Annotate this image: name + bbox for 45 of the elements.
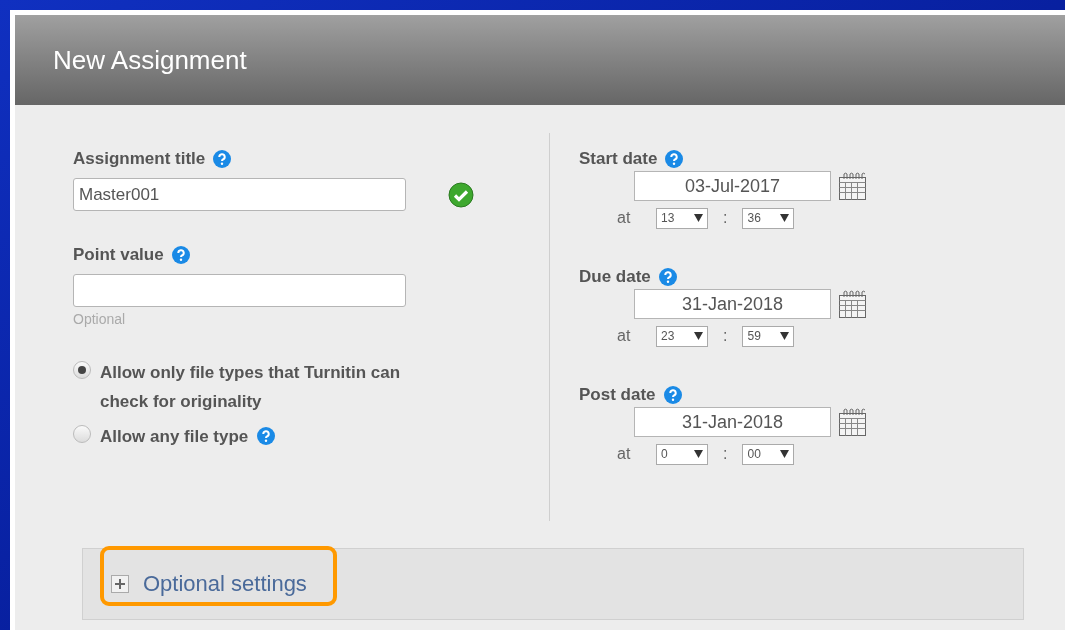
time-dropdown[interactable]: 59	[742, 325, 795, 347]
field-label: Due date	[579, 266, 651, 289]
at-label: at	[617, 444, 632, 464]
date-field[interactable]: 03-Jul-2017	[634, 171, 831, 201]
calendar-icon[interactable]	[838, 171, 867, 201]
dropdown-arrow-icon	[694, 450, 703, 458]
hint-text: Optional	[73, 310, 126, 329]
plus-icon	[111, 574, 129, 593]
time-separator: :	[723, 208, 728, 228]
time-separator: :	[723, 326, 728, 346]
help-icon[interactable]	[171, 246, 190, 264]
time-dropdown[interactable]: 0	[656, 443, 708, 465]
help-icon[interactable]	[663, 386, 682, 404]
field-label: Point value	[73, 244, 164, 267]
radio-button[interactable]	[73, 425, 91, 443]
page-title: New Assignment	[53, 43, 247, 77]
at-label: at	[617, 208, 632, 228]
time-dropdown[interactable]: 23	[656, 325, 708, 347]
text-input[interactable]	[73, 274, 406, 307]
dropdown-arrow-icon	[780, 214, 790, 222]
calendar-icon[interactable]	[838, 407, 867, 437]
dropdown-arrow-icon	[780, 450, 790, 458]
time-dropdown[interactable]: 13	[656, 207, 708, 229]
radio-button[interactable]	[73, 361, 91, 379]
help-icon[interactable]	[665, 150, 684, 168]
dropdown-arrow-icon	[694, 214, 703, 222]
date-field[interactable]: 31-Jan-2018	[634, 289, 831, 319]
optional-settings-toggle[interactable]: Optional settings	[111, 567, 307, 600]
calendar-icon[interactable]	[838, 289, 867, 319]
radio-label[interactable]: Allow any file type	[100, 422, 249, 451]
field-label: Assignment title	[73, 148, 206, 171]
at-label: at	[617, 326, 632, 346]
dropdown-arrow-icon	[694, 332, 703, 340]
field-label: Post date	[579, 384, 656, 407]
radio-label[interactable]: Allow only file types that Turnitin can check for originality	[100, 358, 445, 416]
dropdown-arrow-icon	[780, 332, 790, 340]
help-icon[interactable]	[658, 268, 677, 286]
help-icon[interactable]	[257, 427, 276, 445]
text-input[interactable]: Master001	[73, 178, 406, 211]
help-icon[interactable]	[213, 150, 232, 168]
time-dropdown[interactable]: 00	[742, 443, 795, 465]
field-label: Start date	[579, 148, 658, 171]
time-separator: :	[723, 444, 728, 464]
date-field[interactable]: 31-Jan-2018	[634, 407, 831, 437]
time-dropdown[interactable]: 36	[742, 207, 795, 229]
